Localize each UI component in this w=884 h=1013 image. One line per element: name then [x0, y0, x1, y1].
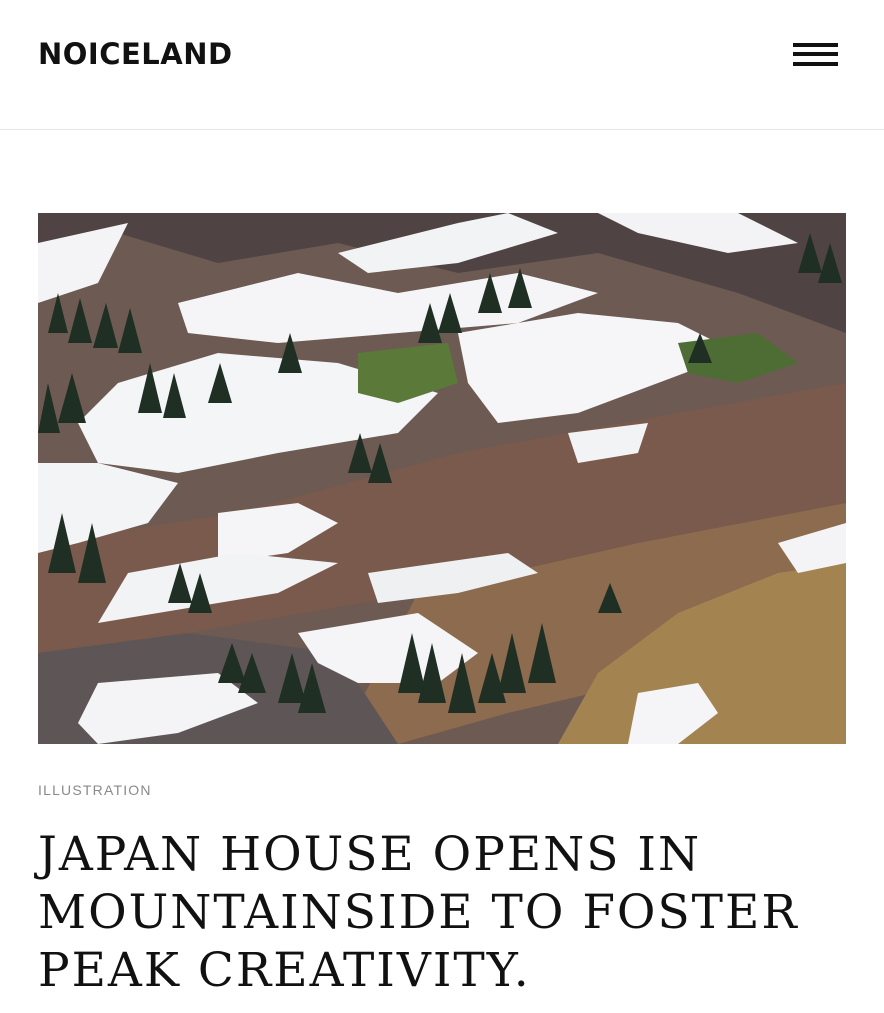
menu-bar: [793, 43, 838, 47]
menu-bar: [793, 52, 838, 56]
site-logo[interactable]: NOICELAND: [38, 36, 233, 72]
mountain-landscape-illustration: [38, 213, 846, 744]
site-header: NOICELAND: [0, 0, 884, 130]
article-title[interactable]: JAPAN HOUSE OPENS IN MOUNTAINSIDE TO FOS…: [38, 826, 858, 1000]
hero-image[interactable]: [38, 213, 846, 744]
hamburger-menu-icon[interactable]: [790, 40, 840, 74]
article-category[interactable]: ILLUSTRATION: [38, 781, 152, 799]
menu-bar: [793, 62, 838, 66]
